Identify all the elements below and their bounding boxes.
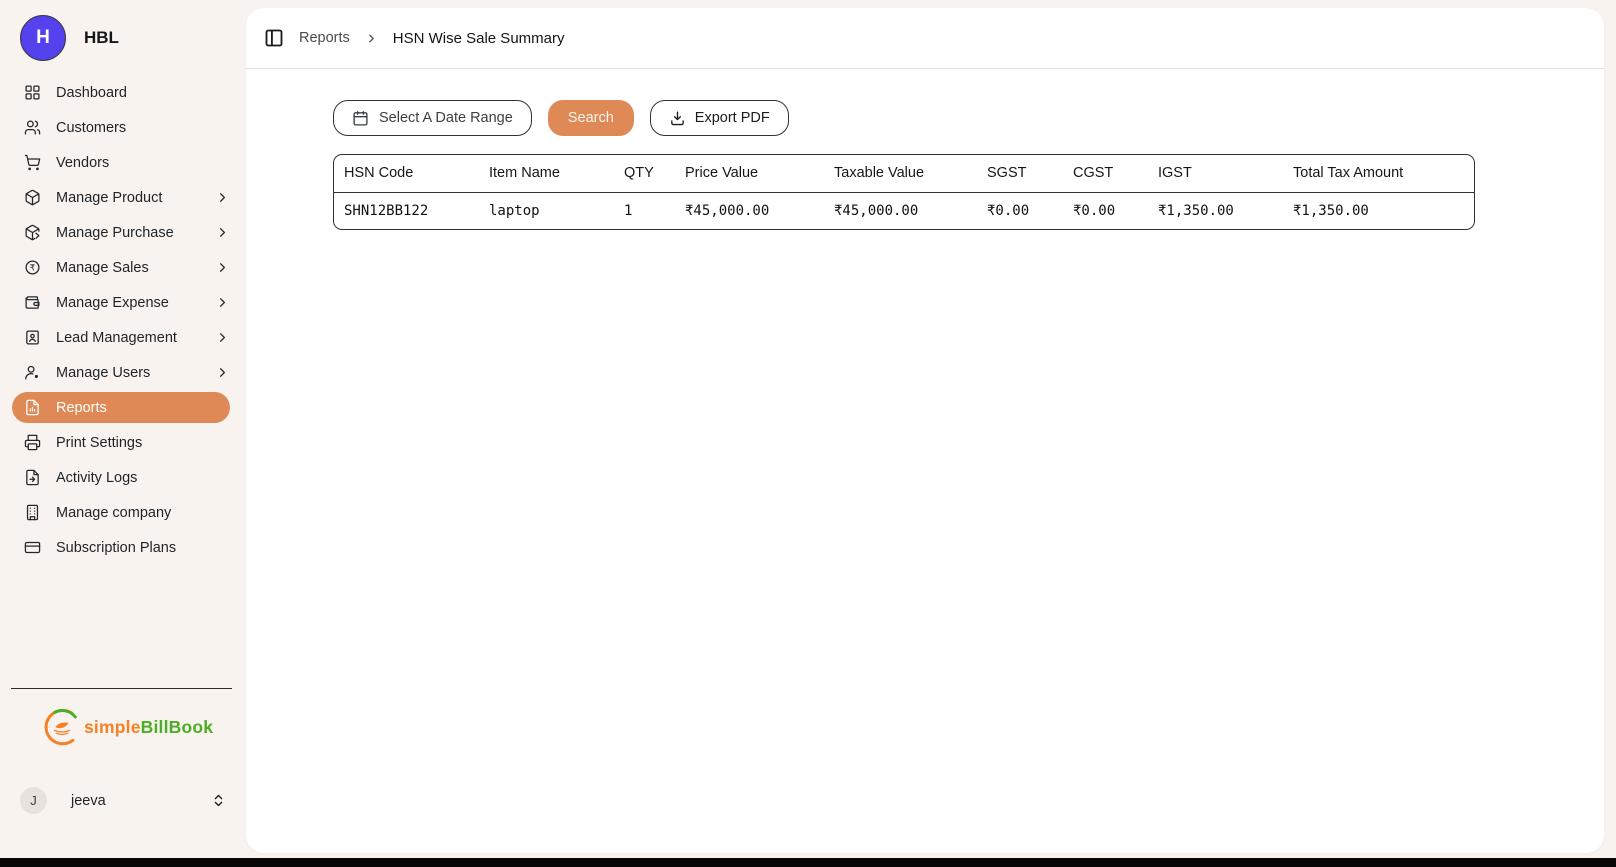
sidebar-item-customers[interactable]: Customers bbox=[0, 110, 246, 145]
building-icon bbox=[23, 504, 41, 522]
page-header: Reports HSN Wise Sale Summary bbox=[246, 8, 1604, 69]
sidebar-item-label: Customers bbox=[56, 120, 126, 136]
column-header: HSN Code bbox=[334, 155, 479, 192]
simplebillbook-logo-icon bbox=[42, 707, 82, 747]
cell-igst: ₹1,350.00 bbox=[1148, 192, 1283, 229]
export-pdf-button[interactable]: Export PDF bbox=[650, 100, 789, 136]
hsn-summary-table: HSN Code Item Name QTY Price Value Taxab… bbox=[333, 154, 1475, 230]
sidebar-item-label: Manage company bbox=[56, 505, 171, 521]
column-header: Item Name bbox=[479, 155, 614, 192]
calendar-icon bbox=[352, 110, 369, 127]
chevron-right-icon bbox=[215, 225, 230, 240]
main-panel: Reports HSN Wise Sale Summary Select A D… bbox=[246, 8, 1604, 853]
user-gear-icon bbox=[23, 364, 41, 382]
printer-icon bbox=[23, 434, 41, 452]
sidebar-item-label: Vendors bbox=[56, 155, 109, 171]
logo-wordmark: simpleBillBook bbox=[84, 717, 213, 738]
sidebar-item-reports[interactable]: Reports bbox=[12, 392, 230, 423]
sidebar-item-manage-sales[interactable]: ₹ Manage Sales bbox=[0, 250, 246, 285]
sidebar-item-label: Manage Purchase bbox=[56, 225, 174, 241]
cell-item-name: laptop bbox=[479, 192, 614, 229]
sidebar-item-manage-users[interactable]: Manage Users bbox=[0, 355, 246, 390]
sidebar-item-print-settings[interactable]: Print Settings bbox=[0, 425, 246, 460]
report-file-icon bbox=[23, 399, 41, 417]
sidebar-item-label: Subscription Plans bbox=[56, 540, 176, 556]
cell-price-value: ₹45,000.00 bbox=[675, 192, 824, 229]
sidebar-item-activity-logs[interactable]: Activity Logs bbox=[0, 460, 246, 495]
sidebar-divider bbox=[11, 688, 232, 689]
credit-card-icon bbox=[23, 539, 41, 557]
sidebar-toggle-icon[interactable] bbox=[264, 28, 284, 48]
sidebar-item-manage-purchase[interactable]: Manage Purchase bbox=[0, 215, 246, 250]
column-header: Taxable Value bbox=[824, 155, 977, 192]
cell-hsn-code: SHN12BB122 bbox=[334, 192, 479, 229]
file-log-icon bbox=[23, 469, 41, 487]
sidebar-item-label: Manage Users bbox=[56, 365, 150, 381]
sidebar-item-manage-expense[interactable]: Manage Expense bbox=[0, 285, 246, 320]
sidebar-item-dashboard[interactable]: Dashboard bbox=[0, 75, 246, 110]
cell-cgst: ₹0.00 bbox=[1063, 192, 1148, 229]
grid-icon bbox=[23, 84, 41, 102]
rupee-coin-icon: ₹ bbox=[23, 259, 41, 277]
page-title: HSN Wise Sale Summary bbox=[393, 30, 565, 47]
chevron-right-icon bbox=[215, 295, 230, 310]
package-return-icon bbox=[23, 224, 41, 242]
sidebar-item-label: Print Settings bbox=[56, 435, 142, 451]
sidebar-footer: simpleBillBook J jeeva bbox=[0, 688, 246, 858]
sidebar-item-subscription-plans[interactable]: Subscription Plans bbox=[0, 530, 246, 565]
sidebar-item-label: Manage Sales bbox=[56, 260, 149, 276]
sidebar-item-lead-management[interactable]: Lead Management bbox=[0, 320, 246, 355]
column-header: IGST bbox=[1148, 155, 1283, 192]
chevron-right-icon bbox=[215, 260, 230, 275]
user-avatar: J bbox=[20, 787, 47, 814]
cell-qty: 1 bbox=[614, 192, 675, 229]
sidebar-item-label: Dashboard bbox=[56, 85, 127, 101]
package-icon bbox=[23, 189, 41, 207]
breadcrumb-separator-icon bbox=[365, 32, 378, 45]
company-name: HBL bbox=[84, 28, 119, 48]
sidebar-item-label: Manage Expense bbox=[56, 295, 169, 311]
column-header: Price Value bbox=[675, 155, 824, 192]
user-menu[interactable]: J jeeva bbox=[20, 787, 226, 814]
svg-text:₹: ₹ bbox=[29, 263, 34, 273]
user-name: jeeva bbox=[71, 793, 106, 809]
export-pdf-label: Export PDF bbox=[695, 110, 770, 126]
sidebar-item-label: Reports bbox=[56, 400, 107, 416]
sidebar-item-label: Activity Logs bbox=[56, 470, 137, 486]
date-range-label: Select A Date Range bbox=[379, 110, 513, 126]
chevron-right-icon bbox=[215, 330, 230, 345]
date-range-button[interactable]: Select A Date Range bbox=[333, 100, 532, 136]
company-avatar: H bbox=[20, 15, 66, 61]
sidebar-item-manage-company[interactable]: Manage company bbox=[0, 495, 246, 530]
contact-card-icon bbox=[23, 329, 41, 347]
column-header: QTY bbox=[614, 155, 675, 192]
table-header-row: HSN Code Item Name QTY Price Value Taxab… bbox=[334, 155, 1475, 192]
wallet-icon bbox=[23, 294, 41, 312]
sidebar-item-label: Lead Management bbox=[56, 330, 177, 346]
chevron-right-icon bbox=[215, 365, 230, 380]
brand-header: H HBL bbox=[0, 0, 246, 75]
column-header: CGST bbox=[1063, 155, 1148, 192]
sidebar-nav: Dashboard Customers Vendors Manage Produ… bbox=[0, 75, 246, 565]
chevron-right-icon bbox=[215, 190, 230, 205]
toolbar: Select A Date Range Search Export PDF bbox=[333, 100, 1604, 136]
column-header: SGST bbox=[977, 155, 1063, 192]
users-icon bbox=[23, 119, 41, 137]
breadcrumb-reports[interactable]: Reports bbox=[299, 30, 350, 46]
column-header: Total Tax Amount bbox=[1283, 155, 1475, 192]
sidebar-item-manage-product[interactable]: Manage Product bbox=[0, 180, 246, 215]
download-icon bbox=[669, 110, 686, 127]
cell-taxable-value: ₹45,000.00 bbox=[824, 192, 977, 229]
cell-total-tax: ₹1,350.00 bbox=[1283, 192, 1475, 229]
sidebar-item-label: Manage Product bbox=[56, 190, 162, 206]
sidebar-item-vendors[interactable]: Vendors bbox=[0, 145, 246, 180]
cart-icon bbox=[23, 154, 41, 172]
cell-sgst: ₹0.00 bbox=[977, 192, 1063, 229]
simplebillbook-logo: simpleBillBook bbox=[42, 703, 246, 751]
table-row: SHN12BB122 laptop 1 ₹45,000.00 ₹45,000.0… bbox=[334, 192, 1475, 229]
search-button[interactable]: Search bbox=[548, 100, 634, 136]
bottom-strip bbox=[0, 858, 1616, 867]
chevrons-up-down-icon bbox=[211, 793, 226, 808]
sidebar: H HBL Dashboard Customers Vendors bbox=[0, 0, 246, 858]
